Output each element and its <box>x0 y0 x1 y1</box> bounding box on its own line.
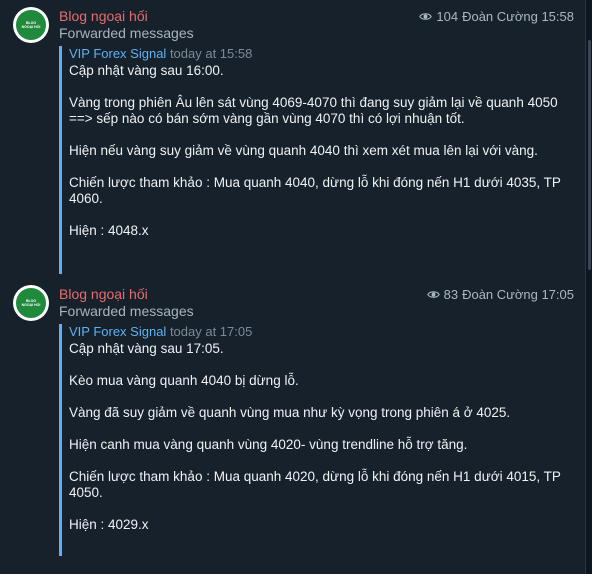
message-meta: 104 Đoàn Cường 15:58 <box>419 9 574 24</box>
forwarded-content: VIP Forex Signal today at 17:05 Cập nhật… <box>59 324 576 556</box>
forward-header: VIP Forex Signal today at 15:58 <box>69 46 576 62</box>
eye-icon <box>419 13 433 20</box>
view-count: 83 <box>443 287 459 302</box>
message-meta: 83 Đoàn Cường 17:05 <box>426 287 574 302</box>
avatar[interactable]: BLOG NGOẠI HỐI <box>13 285 49 321</box>
sender-name[interactable]: Blog ngoại hối <box>59 286 148 302</box>
avatar-logo: BLOG NGOẠI HỐI <box>15 287 47 319</box>
message-text: Cập nhật vàng sau 16:00. Vàng trong phiê… <box>69 63 561 238</box>
scroll-thumb[interactable] <box>588 40 591 270</box>
scrollbar[interactable] <box>585 0 592 574</box>
eye-icon <box>426 291 440 298</box>
channel-message[interactable]: BLOG NGOẠI HỐI Blog ngoại hối Forwarded … <box>0 0 586 276</box>
avatar[interactable]: BLOG NGOẠI HỐI <box>13 7 49 43</box>
forwarded-label: Forwarded messages <box>59 303 194 319</box>
avatar-text-line2: NGOẠI HỐI <box>21 25 41 29</box>
forward-source-link[interactable]: VIP Forex Signal <box>69 46 166 61</box>
message-text: Cập nhật vàng sau 17:05. Kèo mua vàng qu… <box>69 341 561 532</box>
author-and-time: Đoàn Cường 17:05 <box>462 287 574 302</box>
forward-header: VIP Forex Signal today at 17:05 <box>69 324 576 340</box>
view-count: 104 <box>436 9 459 24</box>
channel-message[interactable]: BLOG NGOẠI HỐI Blog ngoại hối Forwarded … <box>0 278 586 574</box>
forward-source-time: today at 17:05 <box>169 324 253 339</box>
chat-window: BLOG NGOẠI HỐI Blog ngoại hối Forwarded … <box>0 0 592 574</box>
forward-source-link[interactable]: VIP Forex Signal <box>69 324 166 339</box>
avatar-logo: BLOG NGOẠI HỐI <box>15 9 47 41</box>
author-and-time: Đoàn Cường 15:58 <box>462 9 574 24</box>
forwarded-content: VIP Forex Signal today at 15:58 Cập nhật… <box>59 46 576 274</box>
avatar-text-line2: NGOẠI HỐI <box>21 303 41 307</box>
forward-source-time: today at 15:58 <box>169 46 253 61</box>
forwarded-label: Forwarded messages <box>59 25 194 41</box>
sender-name[interactable]: Blog ngoại hối <box>59 8 148 24</box>
